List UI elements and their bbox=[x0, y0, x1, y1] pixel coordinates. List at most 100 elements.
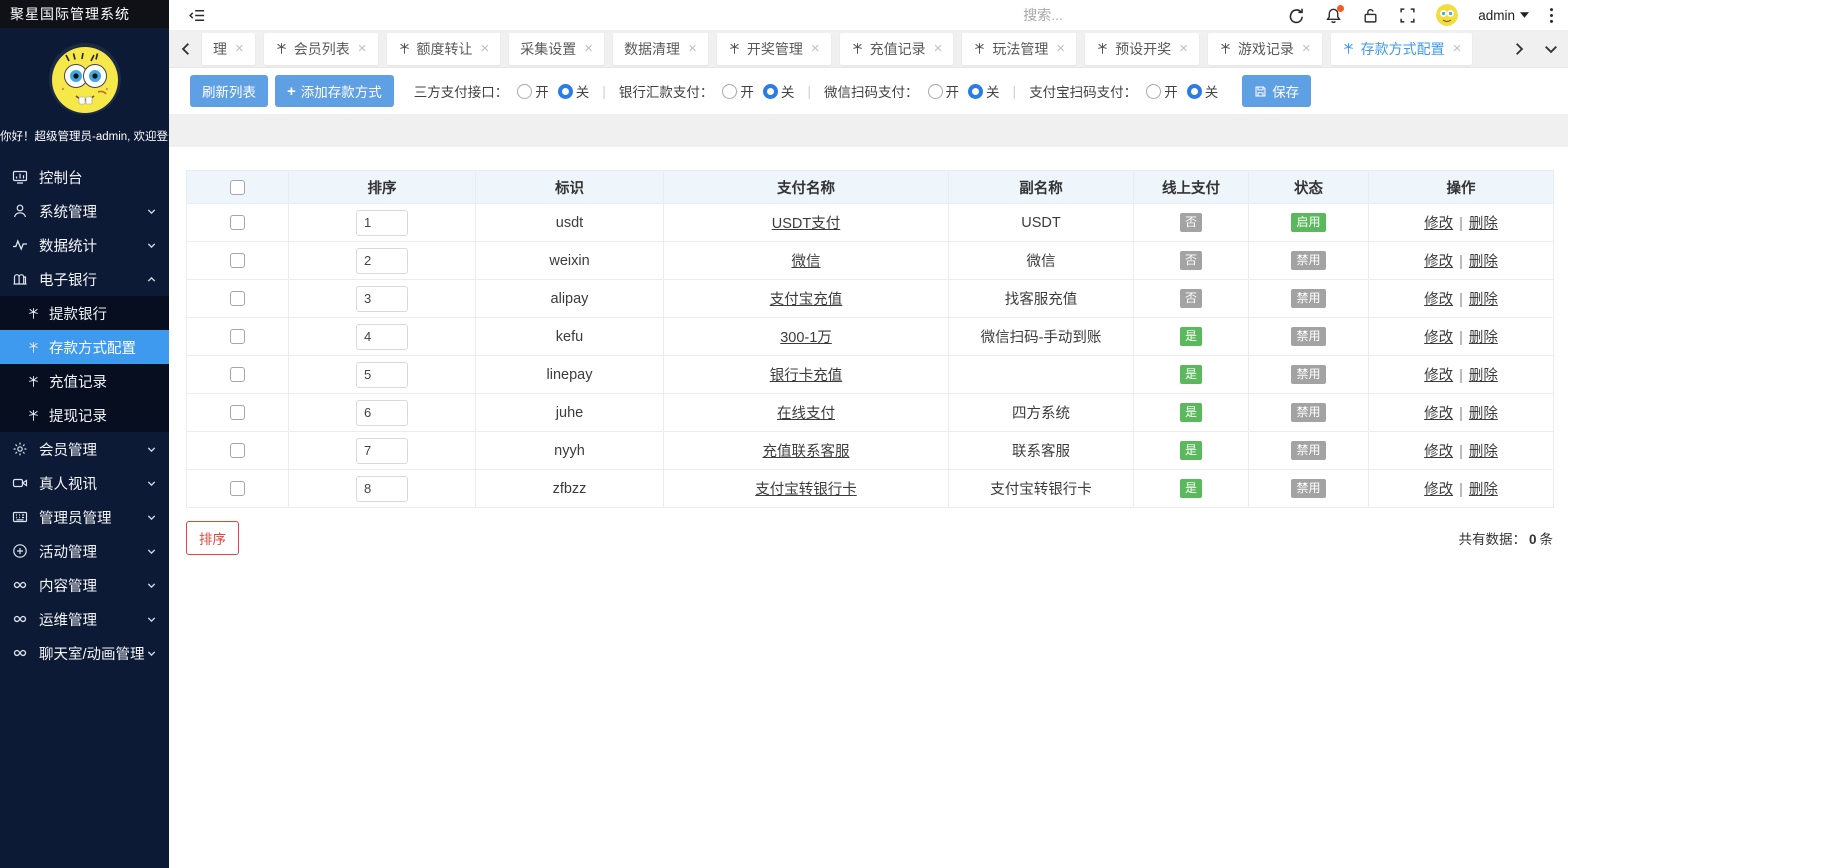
sidebar-item-console[interactable]: 控制台 bbox=[0, 160, 169, 194]
tab-li[interactable]: 理 × bbox=[202, 32, 255, 65]
tab-scroll-right-icon[interactable] bbox=[1512, 42, 1526, 56]
delete-link[interactable]: 删除 bbox=[1469, 330, 1498, 346]
close-icon[interactable]: × bbox=[688, 41, 697, 56]
order-input[interactable] bbox=[356, 209, 408, 236]
search-input[interactable] bbox=[1023, 7, 1154, 23]
avatar[interactable] bbox=[48, 43, 121, 115]
user-avatar[interactable] bbox=[1436, 4, 1459, 26]
sidebar-item-ops-manage[interactable]: 运维管理 bbox=[0, 602, 169, 636]
sidebar-item-admin-manage[interactable]: 管理员管理 bbox=[0, 500, 169, 534]
tab-play-manage[interactable]: 玩法管理 × bbox=[962, 32, 1077, 65]
close-icon[interactable]: × bbox=[235, 41, 244, 56]
more-options-icon[interactable] bbox=[1549, 7, 1554, 24]
pay-name-link[interactable]: 支付宝充值 bbox=[770, 292, 843, 308]
edit-link[interactable]: 修改 bbox=[1424, 216, 1453, 232]
row-checkbox[interactable] bbox=[230, 367, 245, 383]
edit-link[interactable]: 修改 bbox=[1424, 406, 1453, 422]
sidebar-subitem-withdraw-records[interactable]: 提现记录 bbox=[0, 398, 169, 432]
order-input[interactable] bbox=[356, 247, 408, 274]
select-all-checkbox[interactable] bbox=[230, 179, 245, 195]
delete-link[interactable]: 删除 bbox=[1469, 482, 1498, 498]
close-icon[interactable]: × bbox=[1453, 41, 1462, 56]
close-icon[interactable]: × bbox=[584, 41, 593, 56]
row-checkbox[interactable] bbox=[230, 443, 245, 459]
pay-name-link[interactable]: 充值联系客服 bbox=[763, 444, 850, 460]
row-checkbox[interactable] bbox=[230, 291, 245, 307]
tab-member-list[interactable]: 会员列表 × bbox=[263, 32, 378, 65]
radio-option-on[interactable]: 开 bbox=[927, 81, 959, 101]
save-button[interactable]: 保存 bbox=[1242, 75, 1312, 107]
row-checkbox[interactable] bbox=[230, 215, 245, 231]
tab-game-records[interactable]: 游戏记录 × bbox=[1207, 32, 1322, 65]
radio-option-off[interactable]: 关 bbox=[968, 81, 1000, 101]
close-icon[interactable]: × bbox=[934, 41, 943, 56]
order-input[interactable] bbox=[356, 399, 408, 426]
tab-deposit-method-config[interactable]: 存款方式配置 × bbox=[1330, 32, 1473, 65]
pay-name-link[interactable]: 银行卡充值 bbox=[770, 368, 843, 384]
delete-link[interactable]: 删除 bbox=[1469, 444, 1498, 460]
pay-name-link[interactable]: 微信 bbox=[792, 254, 821, 270]
delete-link[interactable]: 删除 bbox=[1469, 406, 1498, 422]
delete-link[interactable]: 删除 bbox=[1469, 368, 1498, 384]
close-icon[interactable]: × bbox=[1302, 41, 1311, 56]
sidebar-item-data-stats[interactable]: 数据统计 bbox=[0, 228, 169, 262]
tab-lottery-manage[interactable]: 开奖管理 × bbox=[716, 32, 831, 65]
sidebar-item-content-manage[interactable]: 内容管理 bbox=[0, 568, 169, 602]
row-checkbox[interactable] bbox=[230, 405, 245, 421]
user-menu[interactable]: admin bbox=[1478, 8, 1529, 23]
fullscreen-icon[interactable] bbox=[1399, 7, 1416, 24]
order-input[interactable] bbox=[356, 361, 408, 388]
edit-link[interactable]: 修改 bbox=[1424, 444, 1453, 460]
sidebar-item-e-bank[interactable]: 电子银行 bbox=[0, 262, 169, 296]
sidebar-item-activity-manage[interactable]: 活动管理 bbox=[0, 534, 169, 568]
refresh-list-button[interactable]: 刷新列表 bbox=[190, 75, 268, 107]
collapse-sidebar-icon[interactable] bbox=[189, 7, 206, 24]
edit-link[interactable]: 修改 bbox=[1424, 254, 1453, 270]
tab-collect-settings[interactable]: 采集设置 × bbox=[509, 32, 605, 65]
pay-name-link[interactable]: USDT支付 bbox=[772, 216, 840, 232]
edit-link[interactable]: 修改 bbox=[1424, 368, 1453, 384]
add-deposit-method-button[interactable]: + 添加存款方式 bbox=[275, 75, 394, 107]
close-icon[interactable]: × bbox=[811, 41, 820, 56]
edit-link[interactable]: 修改 bbox=[1424, 330, 1453, 346]
radio-option-off[interactable]: 关 bbox=[1186, 81, 1218, 101]
sidebar-item-chatroom-manage[interactable]: 聊天室/动画管理 bbox=[0, 636, 169, 670]
sort-button[interactable]: 排序 bbox=[186, 521, 239, 555]
close-icon[interactable]: × bbox=[358, 41, 367, 56]
order-input[interactable] bbox=[356, 285, 408, 312]
row-checkbox[interactable] bbox=[230, 481, 245, 497]
radio-option-on[interactable]: 开 bbox=[722, 81, 754, 101]
edit-link[interactable]: 修改 bbox=[1424, 292, 1453, 308]
radio-option-on[interactable]: 开 bbox=[517, 81, 549, 101]
sidebar-item-system-manage[interactable]: 系统管理 bbox=[0, 194, 169, 228]
pay-name-link[interactable]: 支付宝转银行卡 bbox=[755, 482, 857, 498]
row-checkbox[interactable] bbox=[230, 253, 245, 269]
close-icon[interactable]: × bbox=[1179, 41, 1188, 56]
order-input[interactable] bbox=[356, 323, 408, 350]
sidebar-item-member-manage[interactable]: 会员管理 bbox=[0, 432, 169, 466]
refresh-icon[interactable] bbox=[1288, 7, 1305, 24]
tab-scroll-left-icon[interactable] bbox=[179, 42, 193, 56]
delete-link[interactable]: 删除 bbox=[1469, 216, 1498, 232]
radio-option-off[interactable]: 关 bbox=[557, 81, 589, 101]
delete-link[interactable]: 删除 bbox=[1469, 292, 1498, 308]
delete-link[interactable]: 删除 bbox=[1469, 254, 1498, 270]
tab-menu-icon[interactable] bbox=[1544, 42, 1558, 56]
tab-data-cleanup[interactable]: 数据清理 × bbox=[613, 32, 708, 65]
order-input[interactable] bbox=[356, 475, 408, 502]
order-input[interactable] bbox=[356, 437, 408, 464]
sidebar-subitem-deposit-method-config[interactable]: 存款方式配置 bbox=[0, 330, 169, 364]
sidebar-subitem-withdraw-bank[interactable]: 提款银行 bbox=[0, 296, 169, 330]
row-checkbox[interactable] bbox=[230, 329, 245, 345]
lock-icon[interactable] bbox=[1362, 7, 1379, 24]
tab-recharge-records[interactable]: 充值记录 × bbox=[839, 32, 954, 65]
notification-bell-icon[interactable] bbox=[1325, 4, 1345, 24]
pay-name-link[interactable]: 在线支付 bbox=[777, 406, 835, 422]
radio-option-off[interactable]: 关 bbox=[762, 81, 794, 101]
radio-option-on[interactable]: 开 bbox=[1146, 81, 1178, 101]
close-icon[interactable]: × bbox=[1056, 41, 1065, 56]
edit-link[interactable]: 修改 bbox=[1424, 482, 1453, 498]
pay-name-link[interactable]: 300-1万 bbox=[780, 330, 832, 346]
tab-preset-lottery[interactable]: 预设开奖 × bbox=[1085, 32, 1199, 65]
tab-quota-transfer[interactable]: 额度转让 × bbox=[386, 32, 501, 65]
